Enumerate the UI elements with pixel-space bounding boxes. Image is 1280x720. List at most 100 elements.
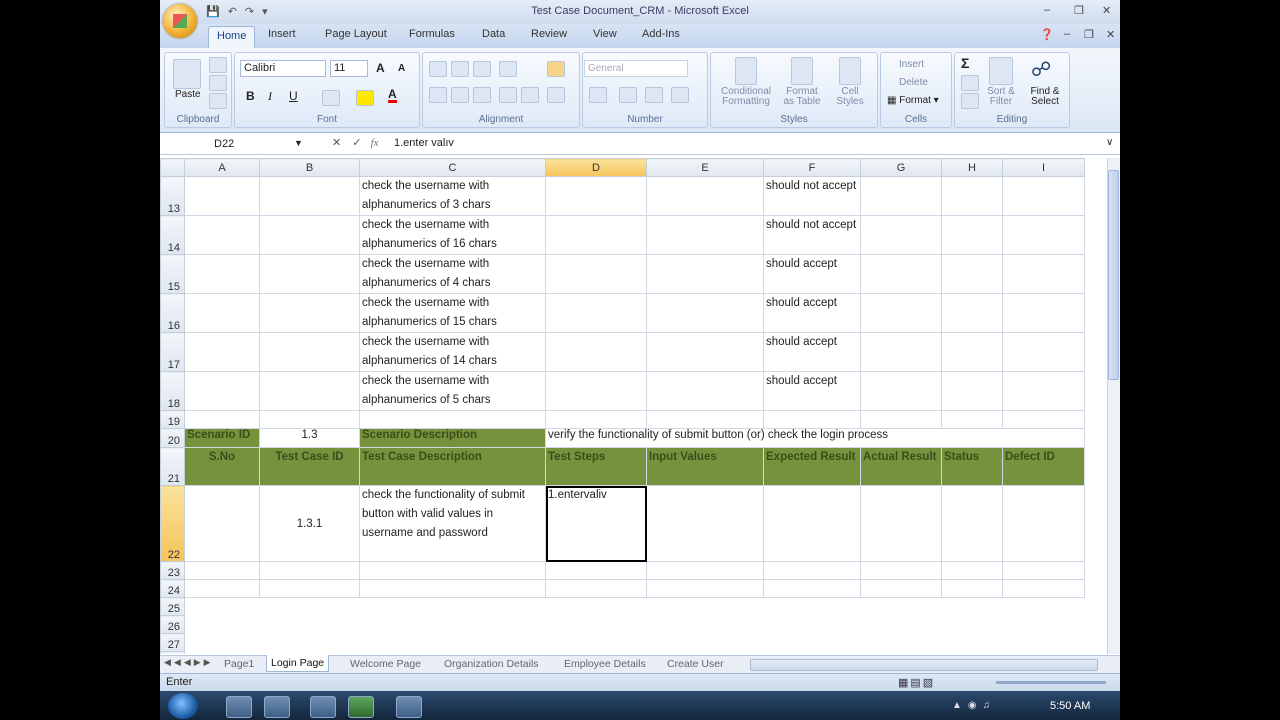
- cell[interactable]: [1002, 176, 1085, 216]
- sheet-tab-page1[interactable]: Page1: [220, 656, 258, 672]
- cell[interactable]: [860, 371, 942, 411]
- tab-data[interactable]: Data: [482, 28, 505, 40]
- cell[interactable]: [860, 254, 942, 294]
- help-icon[interactable]: ❓: [1040, 28, 1054, 41]
- copy-icon[interactable]: [209, 75, 227, 91]
- cell[interactable]: [545, 332, 647, 372]
- cell[interactable]: [941, 371, 1003, 411]
- tab-review[interactable]: Review: [531, 28, 567, 40]
- paste-icon[interactable]: [173, 59, 201, 89]
- tray-icons[interactable]: ▲◉♫: [952, 700, 996, 711]
- cell[interactable]: [259, 561, 360, 580]
- autosum-icon[interactable]: Σ: [961, 55, 969, 71]
- cell[interactable]: [941, 176, 1003, 216]
- row-header[interactable]: 23: [160, 561, 185, 580]
- taskbar-app-icon[interactable]: [310, 696, 336, 718]
- align-top-icon[interactable]: [429, 61, 447, 77]
- align-middle-icon[interactable]: [451, 61, 469, 77]
- cell[interactable]: [646, 485, 764, 562]
- sort-filter-icon[interactable]: [989, 57, 1013, 85]
- cell[interactable]: [1002, 293, 1085, 333]
- cell[interactable]: [646, 410, 764, 429]
- cell[interactable]: [359, 579, 546, 598]
- header-cell[interactable]: S.No: [184, 447, 260, 486]
- active-cell-d22[interactable]: 1.entervaliv: [545, 485, 647, 562]
- cell[interactable]: [941, 561, 1003, 580]
- start-button[interactable]: [168, 693, 198, 719]
- scenario-description-label[interactable]: Scenario Description: [359, 428, 546, 448]
- wrap-text-icon[interactable]: [547, 61, 565, 77]
- cell[interactable]: [185, 616, 1085, 634]
- cell[interactable]: [1002, 485, 1085, 562]
- sheet-tab-employee-details[interactable]: Employee Details: [560, 656, 650, 672]
- cell[interactable]: [259, 371, 360, 411]
- orientation-icon[interactable]: [499, 61, 517, 77]
- row-header[interactable]: 27: [160, 633, 185, 652]
- number-format-box[interactable]: General: [584, 60, 688, 77]
- cell[interactable]: should accept: [763, 293, 861, 333]
- column-header[interactable]: F: [763, 158, 861, 177]
- insert-cells-button[interactable]: Insert: [899, 59, 924, 70]
- ribbon-minimize-icon[interactable]: –: [1064, 28, 1070, 40]
- excel-taskbar-icon[interactable]: [348, 696, 374, 718]
- row-header[interactable]: 14: [160, 215, 185, 255]
- row-header[interactable]: 16: [160, 293, 185, 333]
- decrease-indent-icon[interactable]: [499, 87, 517, 103]
- cell[interactable]: [184, 485, 260, 562]
- binoculars-icon[interactable]: ☍: [1031, 57, 1051, 82]
- cell[interactable]: [1002, 332, 1085, 372]
- cell[interactable]: [646, 561, 764, 580]
- vertical-scroll-thumb[interactable]: [1108, 170, 1119, 380]
- header-cell[interactable]: Test Case Description: [359, 447, 546, 486]
- cell[interactable]: check the username with alphanumerics of…: [359, 293, 546, 333]
- format-as-table-icon[interactable]: [791, 57, 813, 85]
- cell[interactable]: [860, 410, 942, 429]
- column-header[interactable]: A: [184, 158, 260, 177]
- worksheet[interactable]: A B C D E F G H I 13 check the username …: [160, 158, 1107, 654]
- borders-icon[interactable]: [322, 90, 340, 106]
- sheet-tab-create-user[interactable]: Create User: [663, 656, 728, 672]
- cell[interactable]: [646, 293, 764, 333]
- cell[interactable]: [359, 561, 546, 580]
- cell[interactable]: [941, 215, 1003, 255]
- cell-styles-button[interactable]: Cell Styles: [833, 87, 867, 107]
- name-box-dropdown-icon[interactable]: ▼: [294, 138, 303, 148]
- cell[interactable]: [185, 652, 1085, 655]
- taskbar-app-icon[interactable]: [396, 696, 422, 718]
- cell[interactable]: check the username with alphanumerics of…: [359, 254, 546, 294]
- test-case-id-cell[interactable]: 1.3.1: [259, 485, 360, 562]
- column-header[interactable]: B: [259, 158, 360, 177]
- cell[interactable]: [941, 410, 1003, 429]
- tab-insert[interactable]: Insert: [268, 28, 296, 40]
- header-cell[interactable]: Actual Result: [860, 447, 942, 486]
- cancel-entry-icon[interactable]: ✕: [332, 137, 341, 149]
- align-left-icon[interactable]: [429, 87, 447, 103]
- cell[interactable]: [860, 293, 942, 333]
- row-header[interactable]: 13: [160, 176, 185, 216]
- cell[interactable]: [1002, 215, 1085, 255]
- row-header[interactable]: 18: [160, 371, 185, 411]
- grow-font-icon[interactable]: A: [376, 61, 385, 75]
- cell[interactable]: [1002, 371, 1085, 411]
- view-buttons[interactable]: ▦▤▧: [898, 676, 935, 689]
- cell[interactable]: [646, 579, 764, 598]
- close-icon[interactable]: ✕: [1102, 4, 1111, 17]
- cell[interactable]: [259, 332, 360, 372]
- header-cell[interactable]: Test Case ID: [259, 447, 360, 486]
- cell[interactable]: [646, 176, 764, 216]
- cell[interactable]: [184, 176, 260, 216]
- cell[interactable]: [184, 410, 260, 429]
- cell[interactable]: [545, 371, 647, 411]
- comma-icon[interactable]: [645, 87, 663, 103]
- cell[interactable]: should accept: [763, 371, 861, 411]
- tab-view[interactable]: View: [593, 28, 617, 40]
- minimize-icon[interactable]: –: [1044, 4, 1050, 16]
- cell[interactable]: [185, 598, 1085, 616]
- cell[interactable]: [1002, 561, 1085, 580]
- clear-icon[interactable]: [961, 93, 979, 109]
- fill-icon[interactable]: [961, 75, 979, 91]
- scenario-id-label[interactable]: Scenario ID: [184, 428, 260, 448]
- column-header[interactable]: H: [941, 158, 1003, 177]
- cell[interactable]: [763, 561, 861, 580]
- header-cell[interactable]: Input Values: [646, 447, 764, 486]
